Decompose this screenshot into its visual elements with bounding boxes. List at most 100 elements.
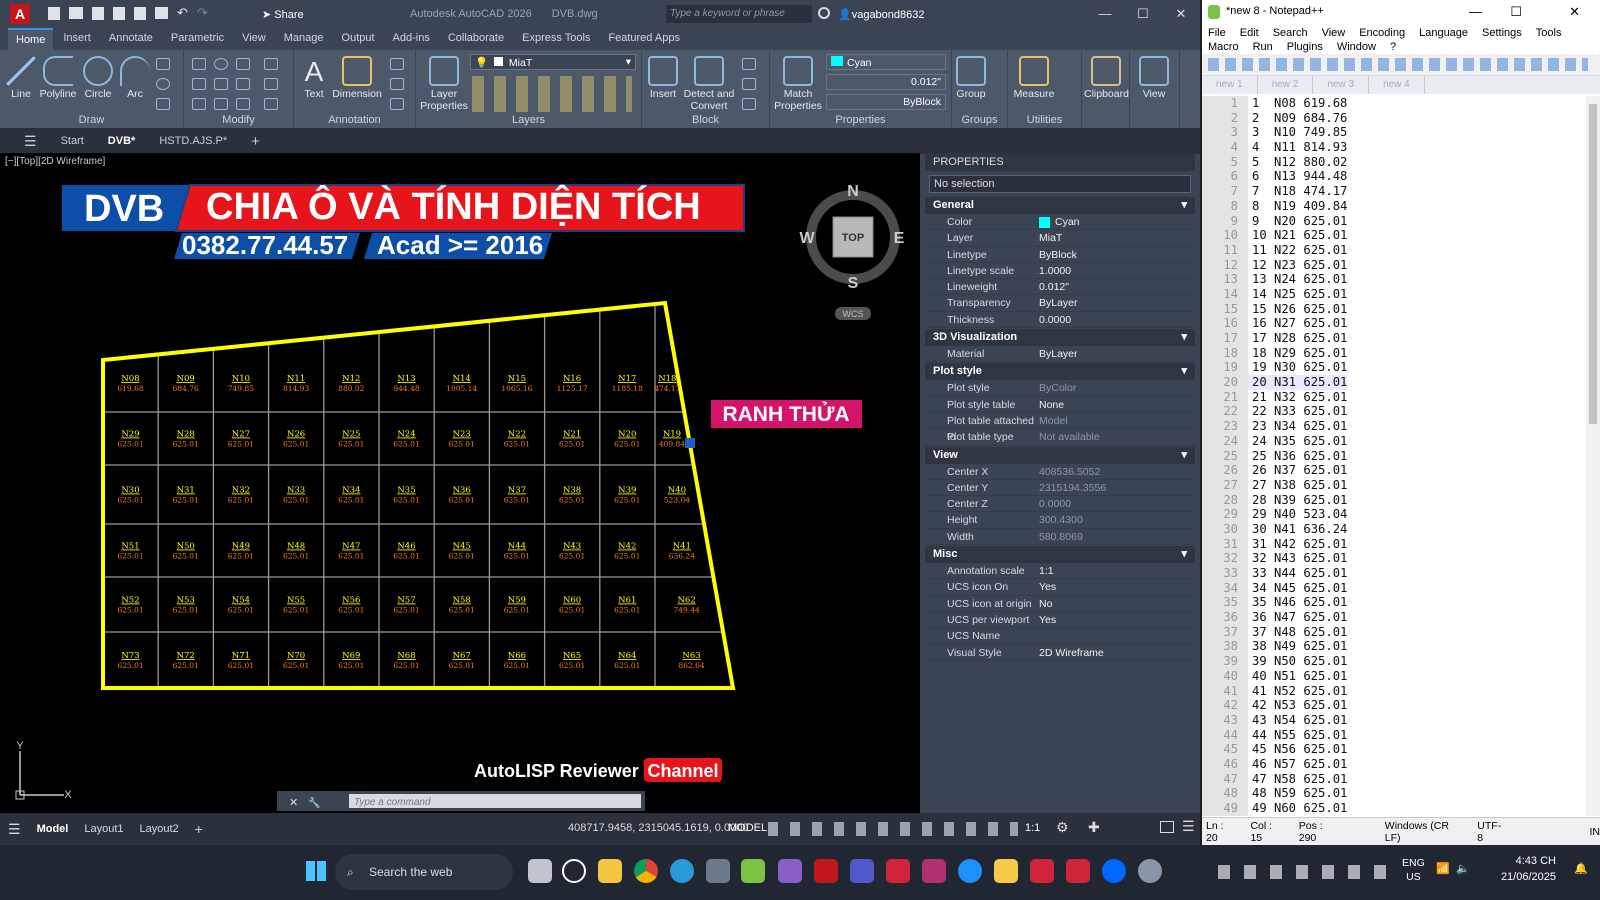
edge-icon[interactable] bbox=[670, 859, 694, 883]
sticky-icon[interactable] bbox=[994, 859, 1018, 883]
editor-line[interactable]: 37 37 N48 625.01 bbox=[1202, 624, 1600, 640]
explode-icon[interactable] bbox=[264, 78, 278, 90]
editor-line[interactable]: 20 20 N31 625.01 bbox=[1202, 375, 1600, 390]
ribbon-tab-add-ins[interactable]: Add-ins bbox=[385, 28, 438, 50]
section-general[interactable]: General bbox=[925, 197, 1195, 214]
save-icon[interactable] bbox=[92, 7, 104, 20]
ribbon-tab-home[interactable]: Home bbox=[8, 28, 54, 50]
property-row[interactable]: Color Cyan bbox=[925, 214, 1195, 231]
layer-properties-tool[interactable]: Layer Properties bbox=[420, 56, 468, 112]
circle-tool[interactable]: Circle bbox=[82, 56, 114, 100]
ribbon-tab-insert[interactable]: Insert bbox=[55, 28, 99, 50]
move-icon[interactable] bbox=[192, 58, 206, 70]
leader-icon[interactable] bbox=[390, 78, 404, 90]
utilities-panel-title[interactable]: Utilities bbox=[1008, 114, 1081, 126]
property-row[interactable]: Plot table type Not available bbox=[925, 429, 1195, 446]
array-icon[interactable] bbox=[236, 98, 250, 110]
editor-line[interactable]: 49 49 N60 625.01 bbox=[1202, 801, 1600, 816]
language-indicator[interactable]: ENG US bbox=[1402, 856, 1425, 884]
section-view[interactable]: View bbox=[925, 446, 1195, 464]
scale-icon[interactable] bbox=[214, 98, 228, 110]
editor-line[interactable]: 35 35 N46 625.01 bbox=[1202, 595, 1600, 611]
undo-icon[interactable]: ↶ bbox=[177, 6, 188, 20]
notepad-tab[interactable]: new 1 bbox=[1202, 76, 1258, 94]
clipboard-tool[interactable]: Clipboard bbox=[1084, 56, 1129, 100]
fillet-icon[interactable] bbox=[236, 78, 250, 90]
editor-line[interactable]: 15 15 N26 625.01 bbox=[1202, 301, 1600, 317]
editor-line[interactable]: 6 6 N13 944.48 bbox=[1202, 169, 1600, 185]
menu-window[interactable]: Window bbox=[1337, 40, 1376, 54]
annotation-scale[interactable]: 1:1 bbox=[1025, 822, 1040, 834]
editor-line[interactable]: 36 36 N47 625.01 bbox=[1202, 610, 1600, 625]
status-encoding[interactable]: UTF-8 bbox=[1477, 820, 1505, 844]
network-icon[interactable]: 📶 bbox=[1436, 862, 1450, 875]
menu-language[interactable]: Language bbox=[1419, 26, 1468, 40]
gear-icon[interactable]: ⚙ bbox=[1056, 819, 1069, 836]
match-properties-tool[interactable]: Match Properties bbox=[774, 56, 822, 112]
ribbon-tab-manage[interactable]: Manage bbox=[276, 28, 332, 50]
start-icon[interactable] bbox=[306, 861, 326, 881]
menu-macro[interactable]: Macro bbox=[1208, 40, 1239, 54]
menu-search[interactable]: Search bbox=[1273, 26, 1308, 40]
user-account[interactable]: 👤vagabond8632 bbox=[838, 8, 925, 21]
lineweight-dropdown[interactable]: 0.012" bbox=[826, 74, 946, 90]
section-misc[interactable]: Misc bbox=[925, 546, 1195, 564]
ribbon-tab-featured-apps[interactable]: Featured Apps bbox=[600, 28, 688, 50]
ribbon-tab-collaborate[interactable]: Collaborate bbox=[440, 28, 512, 50]
editor-line[interactable]: 3 3 N10 749.85 bbox=[1202, 125, 1600, 141]
editor-line[interactable]: 14 14 N25 625.01 bbox=[1202, 286, 1600, 302]
settings-icon[interactable] bbox=[1138, 859, 1162, 883]
calculator-icon[interactable] bbox=[706, 859, 730, 883]
property-row[interactable]: Center X 408536.5052 bbox=[925, 464, 1195, 480]
property-row[interactable]: Linetype scale 1.0000 bbox=[925, 263, 1195, 280]
autocad-net-icon[interactable] bbox=[886, 859, 910, 883]
search-icon[interactable] bbox=[818, 7, 830, 19]
editor-line[interactable]: 43 43 N54 625.01 bbox=[1202, 712, 1600, 728]
property-row[interactable]: Layer MiaT bbox=[925, 230, 1195, 247]
editor-line[interactable]: 21 21 N32 625.01 bbox=[1202, 389, 1600, 405]
menu-tools[interactable]: Tools bbox=[1536, 26, 1562, 40]
chrome-icon[interactable] bbox=[634, 859, 658, 883]
menu-edit[interactable]: Edit bbox=[1240, 26, 1259, 40]
ribbon-tab-output[interactable]: Output bbox=[334, 28, 383, 50]
editor-line[interactable]: 30 30 N41 636.24 bbox=[1202, 521, 1600, 537]
rotate-icon[interactable] bbox=[214, 58, 228, 70]
layout-tab-layout2[interactable]: Layout2 bbox=[132, 823, 187, 835]
plus-icon[interactable]: ✚ bbox=[1088, 819, 1100, 836]
close-button[interactable]: ✕ bbox=[1569, 4, 1580, 20]
stretch-icon[interactable] bbox=[192, 98, 206, 110]
new-icon[interactable] bbox=[48, 7, 60, 20]
new-tab-icon[interactable]: + bbox=[239, 133, 272, 150]
layout-tab-model[interactable]: Model bbox=[29, 823, 77, 835]
editor-line[interactable]: 24 24 N35 625.01 bbox=[1202, 433, 1600, 449]
editor-line[interactable]: 4 4 N11 814.93 bbox=[1202, 140, 1600, 155]
property-row[interactable]: Plot table attached to Model bbox=[925, 413, 1195, 443]
zalo-icon[interactable] bbox=[1102, 859, 1126, 883]
editor-line[interactable]: 40 40 N51 625.01 bbox=[1202, 668, 1600, 684]
toolbar-icons[interactable] bbox=[1208, 58, 1588, 71]
notepad-editor[interactable]: 11 N08 619.68 2 2 N09 684.76 3 3 N10 749.85 4… bbox=[1202, 96, 1600, 816]
group-tool[interactable]: Group bbox=[956, 56, 986, 100]
editor-line[interactable]: 27 27 N38 625.01 bbox=[1202, 477, 1600, 493]
linear-icon[interactable] bbox=[390, 58, 404, 70]
section-3d-visualization[interactable]: 3D Visualization bbox=[925, 329, 1195, 347]
editor-line[interactable]: 31 31 N42 625.01 bbox=[1202, 536, 1600, 552]
maximize-button[interactable]: ☐ bbox=[1510, 4, 1522, 20]
notepadpp-icon[interactable] bbox=[741, 859, 765, 883]
arc-tool[interactable]: Arc bbox=[120, 56, 150, 100]
editor-line[interactable]: 8 8 N19 409.84 bbox=[1202, 198, 1600, 214]
editor-line[interactable]: 23 23 N34 625.01 bbox=[1202, 419, 1600, 434]
chat-icon[interactable] bbox=[958, 859, 982, 883]
polyline-tool[interactable]: Polyline bbox=[38, 56, 78, 100]
mirror-icon[interactable] bbox=[214, 78, 228, 90]
editor-line[interactable]: 1 1 N08 619.68 bbox=[1202, 96, 1600, 111]
annotation-panel-title[interactable]: Annotation bbox=[294, 114, 415, 126]
scrollbar-thumb[interactable] bbox=[1589, 104, 1597, 424]
property-row[interactable]: UCS icon at origin No bbox=[925, 596, 1195, 612]
customize-icon[interactable]: ☰ bbox=[1182, 818, 1195, 835]
autocad-logo-icon[interactable]: A bbox=[10, 4, 30, 24]
editor-line[interactable]: 48 48 N59 625.01 bbox=[1202, 786, 1600, 801]
menu-plugins[interactable]: Plugins bbox=[1287, 40, 1323, 54]
rectangle-icon[interactable] bbox=[156, 58, 170, 70]
property-row[interactable]: Linetype ByBlock bbox=[925, 247, 1195, 263]
